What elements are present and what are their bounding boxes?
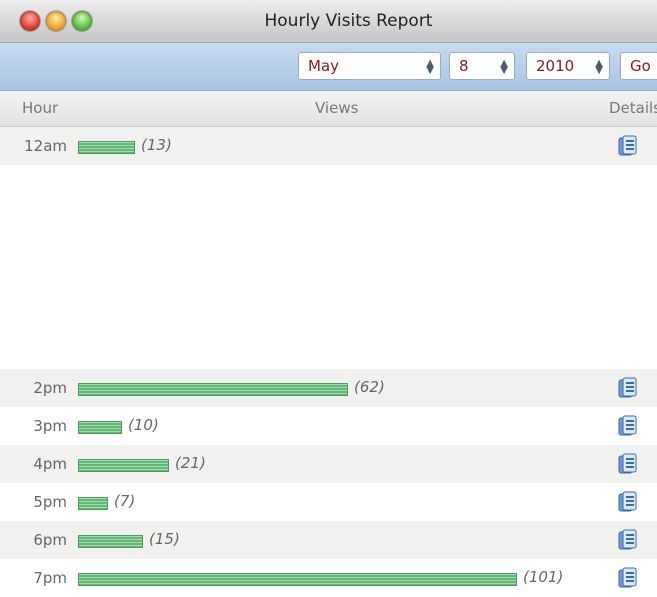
select-arrows-icon: ▲ ▼ — [426, 58, 434, 76]
hour-label: 5pm — [33, 493, 67, 511]
views-count: (13) — [141, 136, 172, 154]
table-row: 7pm (101) — [0, 559, 657, 597]
views-bar — [78, 497, 108, 510]
views-bar — [78, 383, 348, 396]
select-arrows-icon: ▲ ▼ — [500, 58, 508, 76]
views-count: (62) — [354, 378, 385, 396]
day-value: 8 — [459, 57, 469, 75]
table-row: 6pm (15) — [0, 521, 657, 559]
views-count: (15) — [149, 530, 180, 548]
window-title: Hourly Visits Report — [264, 11, 433, 31]
toolbar: May ▲ ▼ 8 ▲ ▼ 2010 ▲ ▼ Go — [0, 43, 657, 91]
year-select[interactable]: 2010 ▲ ▼ — [526, 52, 610, 80]
document-detail-icon[interactable] — [618, 135, 638, 157]
year-value: 2010 — [536, 57, 575, 75]
views-count: (101) — [523, 568, 564, 586]
table-row: 12am (13) — [0, 127, 657, 165]
views-bar — [78, 141, 135, 154]
views-column-header[interactable]: Views — [315, 99, 358, 117]
title-bar: Hourly Visits Report — [0, 0, 657, 43]
table-header: Hour Views Details — [0, 91, 657, 127]
views-bar — [78, 573, 517, 586]
document-detail-icon[interactable] — [618, 491, 638, 513]
hour-label: 12am — [24, 137, 67, 155]
day-select[interactable]: 8 ▲ ▼ — [449, 52, 515, 80]
table-row: 4pm (21) — [0, 445, 657, 483]
document-detail-icon[interactable] — [618, 377, 638, 399]
hour-column-header[interactable]: Hour — [22, 99, 58, 117]
document-detail-icon[interactable] — [618, 529, 638, 551]
hour-label: 4pm — [33, 455, 67, 473]
select-arrows-icon: ▲ ▼ — [595, 58, 603, 76]
table-row: 2pm (62) — [0, 369, 657, 407]
views-bar — [78, 421, 122, 434]
hour-label: 7pm — [33, 569, 67, 587]
views-bar — [78, 459, 169, 472]
document-detail-icon[interactable] — [618, 567, 638, 589]
hour-label: 2pm — [33, 379, 67, 397]
table-row: 3pm (10) — [0, 407, 657, 445]
table-row: 5pm (7) — [0, 483, 657, 521]
month-value: May — [308, 57, 340, 75]
details-column-header[interactable]: Details — [609, 99, 657, 117]
views-count: (7) — [114, 492, 136, 510]
hour-label: 6pm — [33, 531, 67, 549]
document-detail-icon[interactable] — [618, 415, 638, 437]
views-count: (21) — [175, 454, 206, 472]
go-button[interactable]: Go — [620, 52, 657, 80]
hour-label: 3pm — [33, 417, 67, 435]
views-bar — [78, 535, 143, 548]
views-count: (10) — [128, 416, 159, 434]
hourly-table-body: 12am (13) 2pm (62) 3pm (10) 4pm (21) 5pm… — [0, 127, 657, 597]
month-select[interactable]: May ▲ ▼ — [298, 52, 441, 80]
document-detail-icon[interactable] — [618, 453, 638, 475]
